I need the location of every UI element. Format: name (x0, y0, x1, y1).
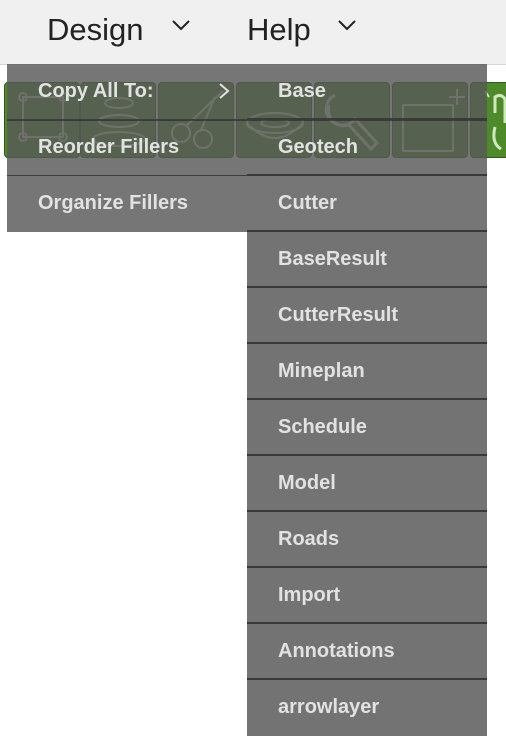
menu-item-organize-fillers[interactable]: Organize Fillers (7, 176, 247, 232)
submenu-item-label: BaseResult (278, 248, 387, 270)
submenu-item-geotech[interactable]: Geotech (247, 120, 487, 176)
submenu-item-label: Geotech (278, 136, 359, 158)
submenu-item-label: Cutter (278, 192, 337, 214)
submenu-item-annotations[interactable]: Annotations (247, 624, 487, 680)
submenu-item-label: Model (278, 472, 336, 494)
help-menu-title[interactable]: Help (247, 12, 311, 48)
submenu-item-schedule[interactable]: Schedule (247, 400, 487, 456)
submenu-item-baseresult[interactable]: BaseResult (247, 232, 487, 288)
chevron-down-icon[interactable] (170, 14, 192, 36)
submenu-item-roads[interactable]: Roads (247, 512, 487, 568)
submenu-item-cutter[interactable]: Cutter (247, 176, 487, 232)
copy-all-to-submenu: Base Geotech Cutter BaseResult CutterRes… (247, 64, 487, 740)
submenu-item-cutterresult[interactable]: CutterResult (247, 288, 487, 344)
menubar: Design Help (0, 0, 506, 65)
chevron-down-icon[interactable] (336, 14, 358, 36)
submenu-item-label: Roads (278, 528, 340, 550)
submenu-item-arrowlayer[interactable]: arrowlayer (247, 680, 487, 736)
menu-item-label: Reorder Fillers (38, 136, 180, 158)
menu-item-label: Organize Fillers (38, 192, 189, 214)
submenu-item-label: Mineplan (278, 360, 365, 382)
submenu-item-label: CutterResult (278, 304, 399, 326)
submenu-item-label: Schedule (278, 416, 367, 438)
submenu-item-label: Base (278, 80, 326, 102)
chevron-right-icon (219, 83, 230, 99)
menu-item-reorder-fillers[interactable]: Reorder Fillers (7, 120, 247, 176)
design-menu-title[interactable]: Design (47, 12, 144, 48)
menu-item-label: Copy All To: (38, 80, 154, 102)
submenu-item-mineplan[interactable]: Mineplan (247, 344, 487, 400)
submenu-item-base[interactable]: Base (247, 64, 487, 120)
submenu-item-model[interactable]: Model (247, 456, 487, 512)
menu-item-copy-all-to[interactable]: Copy All To: (7, 64, 247, 120)
submenu-item-label: Import (278, 584, 341, 606)
submenu-item-import[interactable]: Import (247, 568, 487, 624)
submenu-item-label: Annotations (278, 640, 395, 662)
submenu-item-label: arrowlayer (278, 696, 380, 718)
